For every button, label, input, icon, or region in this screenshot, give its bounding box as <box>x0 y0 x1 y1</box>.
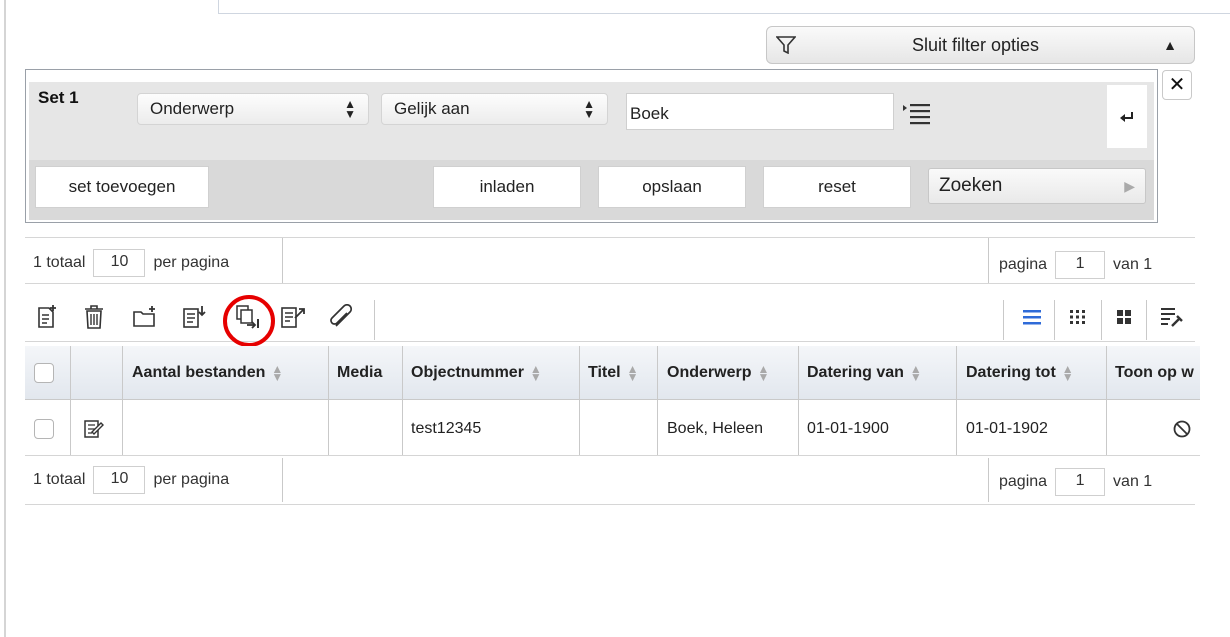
divider <box>282 238 283 283</box>
sort-icon: ▲ ▼ <box>271 362 284 384</box>
left-border <box>4 0 6 637</box>
page-of-label: van 1 <box>1113 472 1153 490</box>
cell-onderwerp: Boek, Heleen <box>667 420 764 437</box>
column-label: Titel <box>588 364 621 381</box>
page-label: pagina <box>999 255 1048 273</box>
column-header-media[interactable]: Media <box>337 346 382 400</box>
per-page-label: per pagina <box>153 253 230 271</box>
not-visible-icon <box>1172 402 1192 456</box>
pagination-top-right: pagina 1 van 1 <box>999 243 1152 286</box>
pagination-top-left: 1 totaal 10 per pagina <box>33 241 229 284</box>
column-header-aantal-bestanden[interactable]: Aantal bestanden ▲ ▼ <box>132 346 283 400</box>
field-select[interactable]: Onderwerp ▲ ▼ <box>137 93 369 125</box>
column-label: Datering van <box>807 364 904 381</box>
page-label: pagina <box>999 472 1048 490</box>
divider <box>988 458 989 502</box>
save-button[interactable]: opslaan <box>598 166 746 208</box>
checkbox[interactable] <box>34 363 54 383</box>
divider <box>988 238 989 283</box>
column-header-titel[interactable]: Titel ▲ ▼ <box>588 346 639 400</box>
column-label: Objectnummer <box>411 364 524 381</box>
select-arrows-icon: ▲ ▼ <box>344 97 356 121</box>
reset-button[interactable]: reset <box>763 166 911 208</box>
new-folder-icon[interactable] <box>131 300 159 334</box>
search-arrow-icon: ▶ <box>1124 178 1135 194</box>
column-header-toon-op-website[interactable]: Toon op w <box>1115 346 1200 400</box>
sort-icon: ▲ ▼ <box>1061 362 1074 384</box>
set-label: Set 1 <box>38 88 79 107</box>
cell-datering-tot: 01-01-1902 <box>966 420 1048 437</box>
close-filter-icon[interactable]: ✕ <box>1162 70 1192 100</box>
list-view-icon[interactable] <box>1018 300 1046 334</box>
per-page-input[interactable]: 10 <box>93 465 146 494</box>
filter-value-input[interactable]: Boek <box>626 93 894 130</box>
grid-large-view-icon[interactable] <box>1110 300 1138 334</box>
column-label: Media <box>337 364 383 381</box>
collapse-up-icon: ▲ <box>1163 37 1177 53</box>
total-count: 1 totaal <box>33 253 86 271</box>
per-page-input[interactable]: 10 <box>93 248 146 277</box>
search-button-label: Zoeken <box>939 175 1003 196</box>
column-label: Datering tot <box>966 364 1056 381</box>
sort-icon: ▲ ▼ <box>909 362 922 384</box>
column-header-datering-van[interactable]: Datering van ▲ ▼ <box>807 346 922 400</box>
column-settings-icon[interactable] <box>1157 300 1185 334</box>
cell-datering-van: 01-01-1900 <box>807 420 889 437</box>
search-button[interactable]: Zoeken ▶ <box>928 168 1146 204</box>
delete-icon[interactable] <box>80 300 108 334</box>
field-select-value: Onderwerp <box>150 99 235 118</box>
divider <box>1101 300 1102 340</box>
row-checkbox[interactable] <box>34 402 54 456</box>
link-icon[interactable] <box>327 300 355 334</box>
total-count: 1 totaal <box>33 470 86 488</box>
apply-filter-button[interactable] <box>1107 85 1147 148</box>
divider <box>1146 300 1147 340</box>
enter-return-icon <box>1120 111 1133 122</box>
filter-funnel-icon <box>767 36 805 54</box>
new-record-icon[interactable] <box>33 300 61 334</box>
page-input[interactable]: 1 <box>1055 467 1106 496</box>
column-label: Toon op w <box>1115 364 1194 381</box>
per-page-label: per pagina <box>153 470 230 488</box>
top-content-edge <box>218 0 1230 14</box>
column-header-onderwerp[interactable]: Onderwerp ▲ ▼ <box>667 346 769 400</box>
sort-icon: ▲ ▼ <box>757 362 770 384</box>
select-arrows-icon: ▲ ▼ <box>583 97 595 121</box>
divider <box>1054 300 1055 340</box>
filter-toggle-label: Sluit filter opties <box>911 34 1040 55</box>
export-edit-icon[interactable] <box>279 300 307 334</box>
select-all-checkbox[interactable] <box>34 346 54 400</box>
divider <box>1003 300 1004 340</box>
pagination-bottom-left: 1 totaal 10 per pagina <box>33 458 229 501</box>
column-header-datering-tot[interactable]: Datering tot ▲ ▼ <box>966 346 1074 400</box>
operator-select-value: Gelijk aan <box>394 99 470 118</box>
value-list-icon[interactable] <box>900 100 934 126</box>
divider <box>374 300 375 340</box>
checkbox[interactable] <box>34 419 54 439</box>
import-icon[interactable] <box>180 300 208 334</box>
add-set-button[interactable]: set toevoegen <box>35 166 209 208</box>
edit-record-icon[interactable] <box>83 402 105 456</box>
divider <box>282 458 283 502</box>
pagination-bottom-right: pagina 1 van 1 <box>999 460 1152 503</box>
page-of-label: van 1 <box>1113 255 1153 273</box>
column-header-objectnummer[interactable]: Objectnummer ▲ ▼ <box>411 346 542 400</box>
annotation-highlight-circle <box>223 295 275 347</box>
operator-select[interactable]: Gelijk aan ▲ ▼ <box>381 93 608 125</box>
grid-small-view-icon[interactable] <box>1064 300 1092 334</box>
load-button[interactable]: inladen <box>433 166 581 208</box>
filter-toggle-button[interactable]: Sluit filter opties ▲ <box>766 26 1195 64</box>
cell-objectnummer: test12345 <box>411 420 482 437</box>
column-label: Aantal bestanden <box>132 364 266 381</box>
sort-icon: ▲ ▼ <box>529 362 542 384</box>
sort-icon: ▲ ▼ <box>626 362 639 384</box>
column-label: Onderwerp <box>667 364 752 381</box>
page-input[interactable]: 1 <box>1055 250 1106 279</box>
